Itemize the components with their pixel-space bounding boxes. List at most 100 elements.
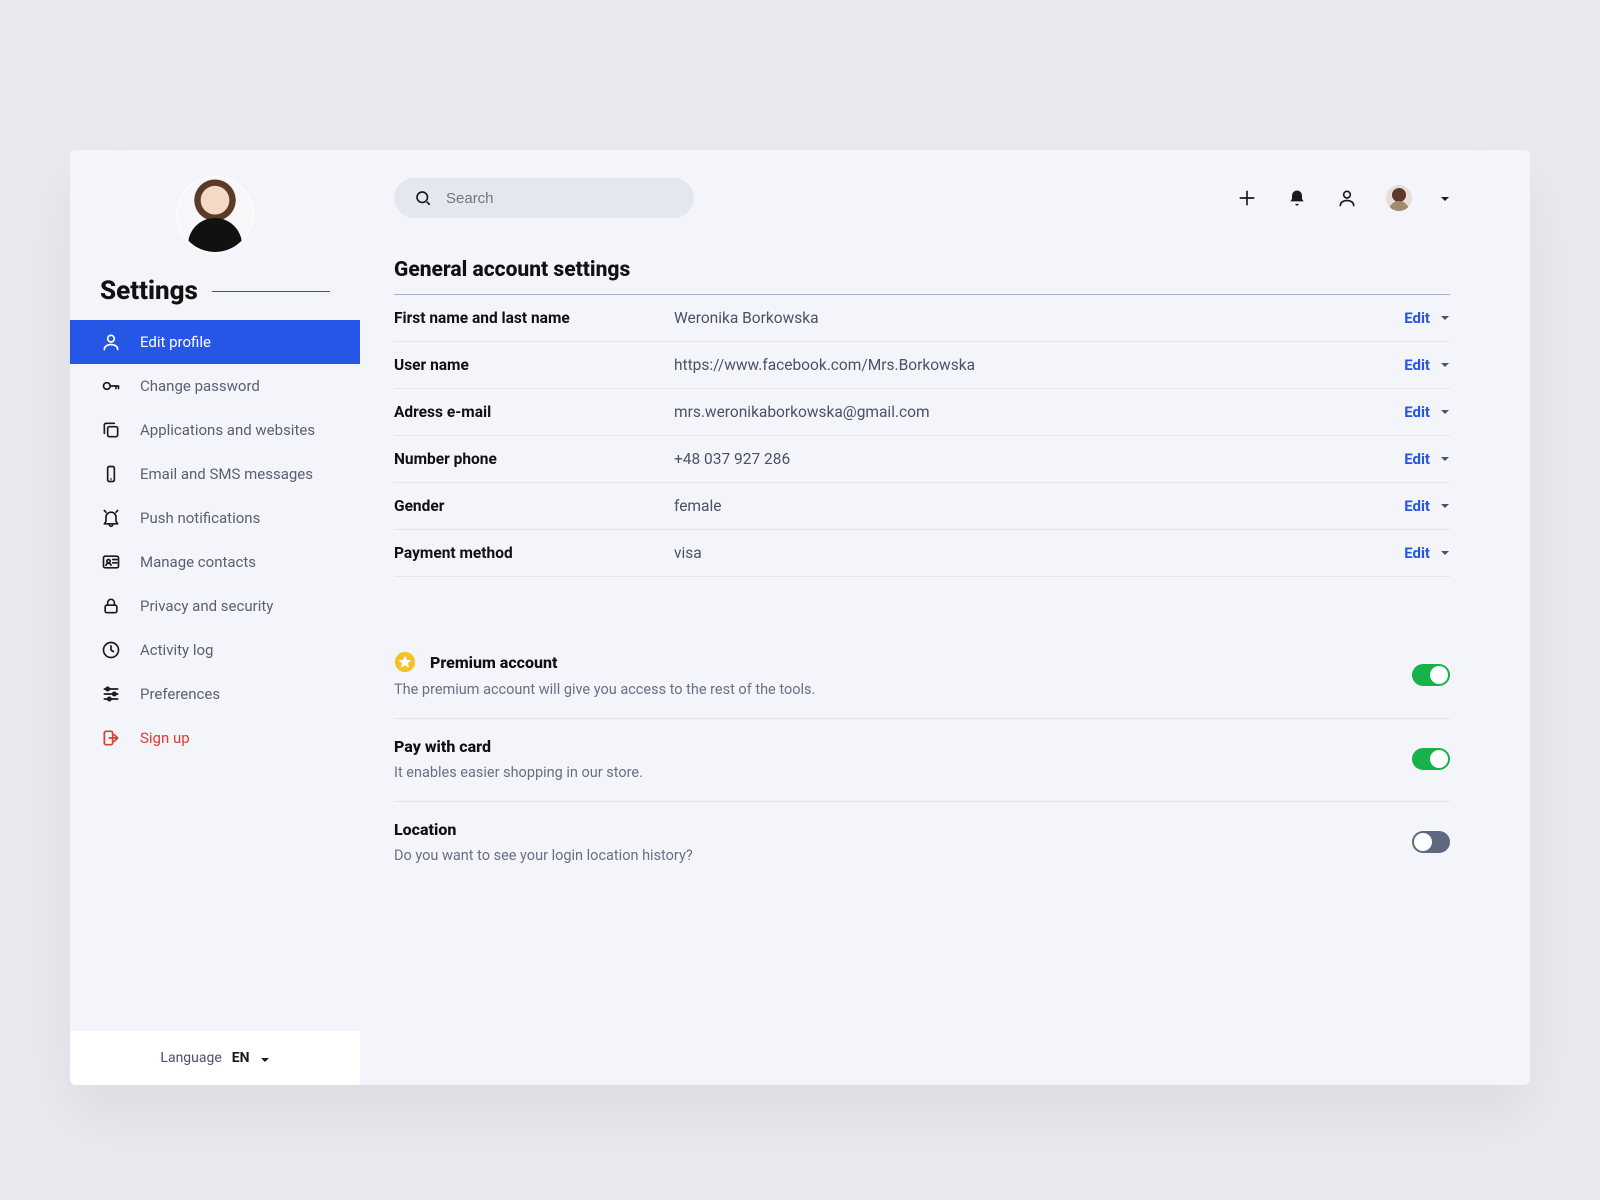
edit-link[interactable]: Edit (1404, 497, 1430, 515)
sidebar-item-label: Push notifications (140, 509, 260, 527)
edit-action[interactable]: Edit (1404, 403, 1450, 421)
caret-down-icon (260, 1053, 270, 1063)
copy-icon (100, 419, 122, 441)
edit-action[interactable]: Edit (1404, 544, 1450, 562)
sidebar-item-push-notifications[interactable]: Push notifications (70, 496, 360, 540)
toggle-premium-account[interactable] (1412, 664, 1450, 686)
search-box[interactable] (394, 178, 694, 218)
avatar-wrap (70, 150, 360, 270)
option-main: Location Do you want to see your login l… (394, 820, 1394, 864)
setting-row-payment: Payment method visa Edit (394, 530, 1450, 577)
setting-value: female (674, 497, 1404, 515)
edit-link[interactable]: Edit (1404, 544, 1430, 562)
sidebar-title-divider (212, 291, 330, 292)
option-title: Pay with card (394, 737, 491, 756)
sidebar-item-sign-out[interactable]: Sign up (70, 716, 360, 760)
search-icon (414, 189, 432, 207)
option-main: Pay with card It enables easier shopping… (394, 737, 1394, 781)
sidebar-item-preferences[interactable]: Preferences (70, 672, 360, 716)
topbar-avatar[interactable] (1386, 185, 1412, 211)
bell-alert-icon (100, 507, 122, 529)
toggle-knob (1430, 750, 1448, 768)
option-location: Location Do you want to see your login l… (394, 802, 1450, 884)
sidebar-item-applications[interactable]: Applications and websites (70, 408, 360, 452)
edit-link[interactable]: Edit (1404, 450, 1430, 468)
edit-link[interactable]: Edit (1404, 403, 1430, 421)
caret-down-icon (1440, 548, 1450, 558)
sidebar-item-label: Change password (140, 377, 260, 395)
setting-label: Gender (394, 497, 674, 515)
setting-label: User name (394, 356, 674, 374)
toggle-location[interactable] (1412, 831, 1450, 853)
option-desc: Do you want to see your login location h… (394, 847, 1394, 864)
option-premium-account: Premium account The premium account will… (394, 633, 1450, 719)
setting-label: Adress e-mail (394, 403, 674, 421)
sidebar-item-label: Edit profile (140, 333, 211, 351)
add-button[interactable] (1236, 187, 1258, 209)
option-title: Premium account (430, 653, 557, 672)
sidebar-item-activity-log[interactable]: Activity log (70, 628, 360, 672)
edit-link[interactable]: Edit (1404, 356, 1430, 374)
sliders-icon (100, 683, 122, 705)
sidebar-item-privacy-security[interactable]: Privacy and security (70, 584, 360, 628)
setting-label: Number phone (394, 450, 674, 468)
caret-down-icon (1440, 407, 1450, 417)
topbar (394, 178, 1450, 218)
avatar-menu-trigger[interactable] (1440, 189, 1450, 208)
lock-icon (100, 595, 122, 617)
caret-down-icon (1440, 360, 1450, 370)
setting-row-username: User name https://www.facebook.com/Mrs.B… (394, 342, 1450, 389)
sidebar-item-label: Preferences (140, 685, 220, 703)
option-pay-with-card: Pay with card It enables easier shopping… (394, 719, 1450, 802)
setting-row-name: First name and last name Weronika Borkow… (394, 295, 1450, 342)
logout-icon (100, 727, 122, 749)
sidebar-item-change-password[interactable]: Change password (70, 364, 360, 408)
option-desc: The premium account will give you access… (394, 681, 1394, 698)
sidebar-item-label: Email and SMS messages (140, 465, 313, 483)
toggle-knob (1414, 833, 1432, 851)
options-section: Premium account The premium account will… (394, 633, 1450, 884)
language-label: Language (160, 1050, 221, 1066)
sidebar-item-email-sms[interactable]: Email and SMS messages (70, 452, 360, 496)
sidebar-item-label: Privacy and security (140, 597, 273, 615)
edit-action[interactable]: Edit (1404, 497, 1450, 515)
sidebar-item-manage-contacts[interactable]: Manage contacts (70, 540, 360, 584)
edit-action[interactable]: Edit (1404, 450, 1450, 468)
notifications-button[interactable] (1286, 187, 1308, 209)
toggle-pay-with-card[interactable] (1412, 748, 1450, 770)
sidebar: Settings Edit profile Change password Ap… (70, 150, 360, 1085)
sidebar-item-label: Activity log (140, 641, 213, 659)
edit-action[interactable]: Edit (1404, 309, 1450, 327)
language-selector[interactable]: Language EN (70, 1031, 360, 1085)
setting-value: visa (674, 544, 1404, 562)
edit-action[interactable]: Edit (1404, 356, 1450, 374)
sidebar-title-row: Settings (70, 270, 360, 320)
star-icon (394, 651, 416, 673)
key-icon (100, 375, 122, 397)
caret-down-icon (1440, 194, 1450, 204)
plus-icon (1237, 188, 1257, 208)
caret-down-icon (1440, 454, 1450, 464)
option-head: Pay with card (394, 737, 1394, 756)
setting-value: +48 037 927 286 (674, 450, 1404, 468)
sidebar-item-label: Sign up (140, 729, 190, 747)
sidebar-title: Settings (100, 276, 198, 306)
setting-row-gender: Gender female Edit (394, 483, 1450, 530)
edit-link[interactable]: Edit (1404, 309, 1430, 327)
setting-label: Payment method (394, 544, 674, 562)
user-icon (1337, 188, 1357, 208)
search-input[interactable] (446, 190, 674, 207)
id-card-icon (100, 551, 122, 573)
setting-value: Weronika Borkowska (674, 309, 1404, 327)
setting-row-email: Adress e-mail mrs.weronikaborkowska@gmai… (394, 389, 1450, 436)
sidebar-item-edit-profile[interactable]: Edit profile (70, 320, 360, 364)
option-title: Location (394, 820, 456, 839)
main-content: General account settings First name and … (360, 150, 1530, 1085)
profile-avatar[interactable] (178, 178, 252, 252)
caret-down-icon (1440, 313, 1450, 323)
page-title: General account settings (394, 258, 1450, 295)
setting-value: https://www.facebook.com/Mrs.Borkowska (674, 356, 1404, 374)
user-icon (100, 331, 122, 353)
sidebar-item-label: Applications and websites (140, 421, 315, 439)
account-button[interactable] (1336, 187, 1358, 209)
